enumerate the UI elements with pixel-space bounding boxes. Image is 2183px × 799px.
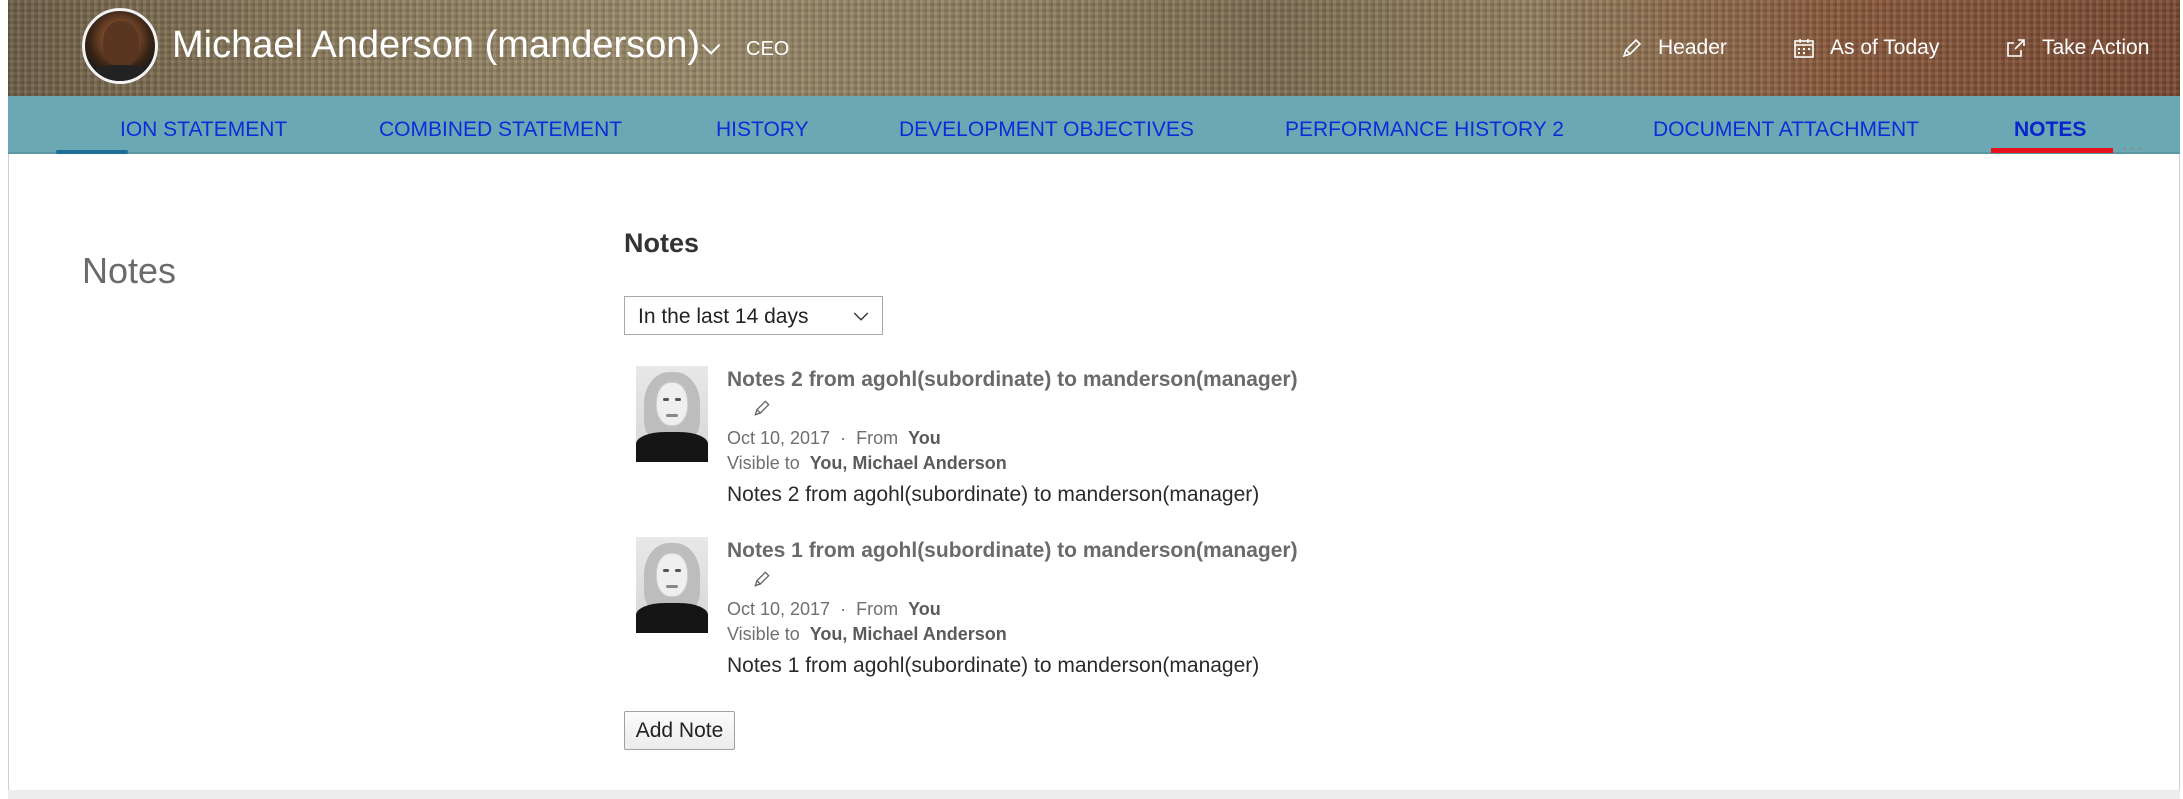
date-filter-value: In the last 14 days [638, 305, 809, 328]
avatar-face [103, 21, 139, 67]
profile-avatar[interactable] [82, 8, 158, 84]
as-of-today-label: As of Today [1830, 36, 1940, 59]
tab-combined-statement[interactable]: COMBINED STATEMENT [379, 118, 622, 142]
as-of-today-button[interactable]: As of Today [1792, 36, 1939, 60]
add-note-button[interactable]: Add Note [624, 711, 735, 750]
pencil-icon[interactable] [752, 398, 772, 418]
note-visibility: Visible to You, Michael Anderson [727, 453, 1007, 474]
note-visibility: Visible to You, Michael Anderson [727, 624, 1007, 645]
note-date: Oct 10, 2017 [727, 599, 831, 619]
note-from-label: From [856, 428, 899, 448]
take-action-button[interactable]: Take Action [2004, 36, 2149, 60]
profile-header: Michael Anderson (manderson) CEO Header … [8, 0, 2180, 96]
note-visible-to: You, Michael Anderson [809, 624, 1007, 644]
take-action-label: Take Action [2042, 36, 2150, 59]
note-visible-label: Visible to [727, 624, 800, 644]
note-author-avatar [636, 366, 708, 462]
active-tab-underline [1991, 148, 2113, 153]
tab-bar: ION STATEMENT COMBINED STATEMENT HISTORY… [8, 96, 2180, 154]
note-from: You [908, 428, 941, 448]
date-filter-select[interactable]: In the last 14 days [624, 296, 883, 335]
tab-development-objectives[interactable]: DEVELOPMENT OBJECTIVES [899, 118, 1194, 142]
note-title: Notes 1 from agohl(subordinate) to mande… [727, 539, 1298, 562]
page-footer-strip [8, 790, 2180, 799]
note-date: Oct 10, 2017 [727, 428, 831, 448]
note-body: Notes 2 from agohl(subordinate) to mande… [727, 483, 1260, 506]
note-from: You [908, 599, 941, 619]
header-button-label: Header [1658, 36, 1727, 59]
avatar-suit [91, 65, 151, 81]
pencil-icon [1622, 38, 1642, 58]
note-from-label: From [856, 599, 899, 619]
section-title: Notes [82, 250, 177, 291]
notes-panel-title: Notes [624, 228, 700, 258]
more-tabs-icon[interactable]: ... [2122, 130, 2143, 156]
share-icon [2007, 39, 2025, 57]
tab-document-attachment[interactable]: DOCUMENT ATTACHMENT [1653, 118, 1919, 142]
profile-name[interactable]: Michael Anderson (manderson) [172, 24, 700, 67]
chevron-down-icon[interactable] [698, 36, 724, 62]
tab-scroll-indicator [56, 150, 128, 154]
calendar-icon [1794, 39, 1814, 58]
note-author-avatar [636, 537, 708, 633]
note-visible-to: You, Michael Anderson [809, 453, 1007, 473]
profile-role: CEO [746, 38, 790, 60]
note-visible-label: Visible to [727, 453, 800, 473]
header-button[interactable]: Header [1620, 36, 1727, 60]
chevron-down-icon [853, 312, 869, 321]
pencil-icon[interactable] [752, 569, 772, 589]
note-meta: Oct 10, 2017 · From You [727, 428, 941, 448]
tab-ion-statement[interactable]: ION STATEMENT [120, 118, 287, 142]
note-title: Notes 2 from agohl(subordinate) to mande… [727, 368, 1298, 391]
note-meta: Oct 10, 2017 · From You [727, 599, 941, 619]
tab-performance-history-2[interactable]: PERFORMANCE HISTORY 2 [1285, 118, 1564, 142]
note-body: Notes 1 from agohl(subordinate) to mande… [727, 654, 1260, 677]
tab-notes[interactable]: NOTES [2014, 118, 2086, 142]
tab-history[interactable]: HISTORY [716, 118, 809, 142]
